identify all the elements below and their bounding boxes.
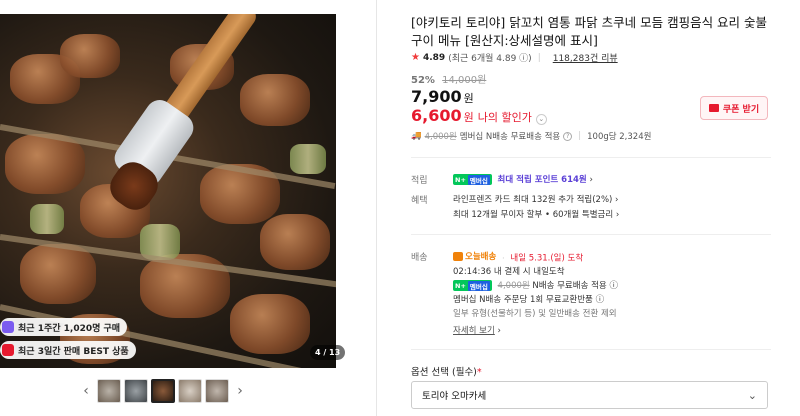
rating-recent[interactable]: (최근 6개월 4.89 ⓘ) (448, 51, 532, 64)
purchase-count-badge: 최근 1주간 1,020명 구매 (0, 318, 128, 336)
option-select[interactable]: 토리야 오마카세 ⌄ (411, 381, 768, 409)
delivery-detail-row[interactable]: 자세히 보기 › (453, 324, 501, 336)
my-price-label: 나의 할인가 (477, 111, 532, 124)
return-text: 멤버십 N배송 주문당 1회 무료교환반품 (453, 295, 593, 305)
unit-price: 100g당 2,324원 (587, 132, 652, 142)
delivery-fee-strike: 4,000원 (497, 281, 530, 291)
info-icon[interactable]: ⓘ (609, 281, 618, 291)
installment-text: 최대 12개월 무이자 할부 • 60개월 특별금리 (453, 210, 614, 220)
option-label: 옵션 선택 (필수)* (411, 367, 482, 378)
timer-row: 02:14:36 내 결제 시 내일도착 (453, 265, 565, 277)
rating-score: 4.89 (422, 52, 446, 63)
arrival-date: 내일 5.31.(일) 도착 (510, 253, 584, 264)
delivery-detail-link[interactable]: 자세히 보기 (453, 326, 495, 336)
shipping-fee-strike: 4,000원 (424, 132, 457, 142)
product-main-image[interactable] (0, 14, 336, 368)
section-divider (411, 157, 771, 158)
reviews-link[interactable]: 118,283건 리뷰 (553, 51, 618, 64)
thumbnail-next-button[interactable]: › (232, 380, 248, 402)
thumbnail-4[interactable] (178, 379, 202, 403)
coupon-button[interactable]: 쿠폰 받기 (700, 96, 768, 120)
sale-price-unit: 원 (463, 92, 474, 105)
chevron-down-icon: ⌄ (747, 388, 757, 402)
chevron-down-icon: ⌄ (535, 113, 547, 125)
column-divider (376, 0, 377, 416)
thumbnail-3[interactable] (151, 379, 175, 403)
installment-row[interactable]: 최대 12개월 무이자 할부 • 60개월 특별금리 › (453, 208, 619, 220)
chevron-right-icon: › (612, 195, 619, 205)
image-counter: 4 / 13 (310, 345, 346, 360)
nplus-membership-badge: N+ 멤버십 (453, 280, 492, 291)
best-seller-badge: 최근 3일간 판매 BEST 상품 (0, 341, 136, 359)
best-seller-text: 최근 3일간 판매 BEST 상품 (18, 346, 129, 357)
delivery-label: 배송 (411, 253, 428, 263)
sale-price-value: 7,900 (411, 87, 462, 106)
purchase-count-text: 최근 1주간 1,020명 구매 (18, 323, 121, 334)
rating-row: ★ 4.89 (최근 6개월 4.89 ⓘ) | 118,283건 리뷰 (411, 51, 618, 64)
info-icon[interactable]: ⓘ (596, 295, 605, 305)
today-delivery-tag: 오늘배송 (465, 252, 497, 262)
coupon-button-label: 쿠폰 받기 (722, 104, 760, 115)
points-text: 최대 적립 포인트 614원 (497, 175, 587, 185)
free-shipping-text: N배송 무료배송 적용 (532, 281, 607, 291)
nplus-membership-badge: N+ 멤버십 (453, 174, 492, 185)
star-icon: ★ (411, 52, 420, 63)
product-title: [야키토리 토리야] 닭꼬치 염통 파닭 츠쿠네 모듬 캠핑음식 요리 숯불구이… (411, 15, 768, 48)
my-price-value: 6,600 (411, 106, 462, 125)
benefit-label: 혜택 (411, 196, 428, 206)
option-selected-value: 토리야 오마카세 (422, 391, 487, 402)
discount-rate: 52% (411, 75, 435, 86)
section-divider (411, 234, 771, 235)
sale-price: 7,900 원 (411, 87, 474, 106)
chevron-right-icon: › (613, 210, 620, 220)
coupon-icon (708, 104, 719, 112)
shipping-summary-text: 멤버십 N배송 무료배송 적용 (459, 132, 561, 142)
points-row[interactable]: N+ 멤버십 최대 적립 포인트 614원 › (453, 173, 593, 185)
section-divider (411, 349, 771, 350)
shipping-summary: 🚚 4,000원 멤버십 N배송 무료배송 적용 ? | 100g당 2,324… (411, 131, 652, 142)
discount-row: 52% 14,000원 (411, 71, 486, 86)
thumbnail-prev-button[interactable]: ‹ (78, 380, 94, 402)
original-price: 14,000원 (442, 75, 487, 86)
points-label: 적립 (411, 176, 428, 186)
help-icon[interactable]: ? (563, 131, 573, 141)
delivery-timer: 02:14:36 (453, 267, 492, 277)
today-delivery-row: 오늘배송 · 내일 5.31.(일) 도착 (453, 250, 583, 264)
required-mark: * (476, 367, 482, 378)
thumbnail-1[interactable] (97, 379, 121, 403)
chevron-right-icon: › (494, 326, 501, 336)
info-icon: ⓘ) (516, 54, 532, 64)
nshipping-row: N+ 멤버십 4,000원 N배송 무료배송 적용 ⓘ (453, 279, 618, 291)
my-price-unit: 원 (463, 111, 474, 124)
thumbnail-2[interactable] (124, 379, 148, 403)
purchase-icon (2, 321, 14, 333)
my-discount-price[interactable]: 6,600 원 나의 할인가 ⌄ (411, 106, 547, 125)
delivery-timer-text: 내 결제 시 내일도착 (493, 267, 565, 277)
return-row: 멤버십 N배송 주문당 1회 무료교환반품 ⓘ (453, 293, 604, 305)
product-gallery: 최근 1주간 1,020명 구매 최근 3일간 판매 BEST 상품 4 / 1… (0, 0, 376, 416)
exclude-text: 일부 유형(선물하기 등) 및 일반배송 전환 제외 (453, 309, 617, 319)
truck-icon: 🚚 (411, 131, 422, 141)
chevron-right-icon: › (589, 175, 593, 185)
card-benefit-row[interactable]: 라인프렌즈 카드 최대 132원 추가 적립(2%) › (453, 193, 618, 205)
today-delivery-icon (453, 251, 463, 261)
card-benefit-text: 라인프렌즈 카드 최대 132원 추가 적립(2%) (453, 195, 613, 205)
thumbnail-strip: ‹ › (78, 379, 248, 403)
best-icon (2, 344, 14, 356)
thumbnail-5[interactable] (205, 379, 229, 403)
